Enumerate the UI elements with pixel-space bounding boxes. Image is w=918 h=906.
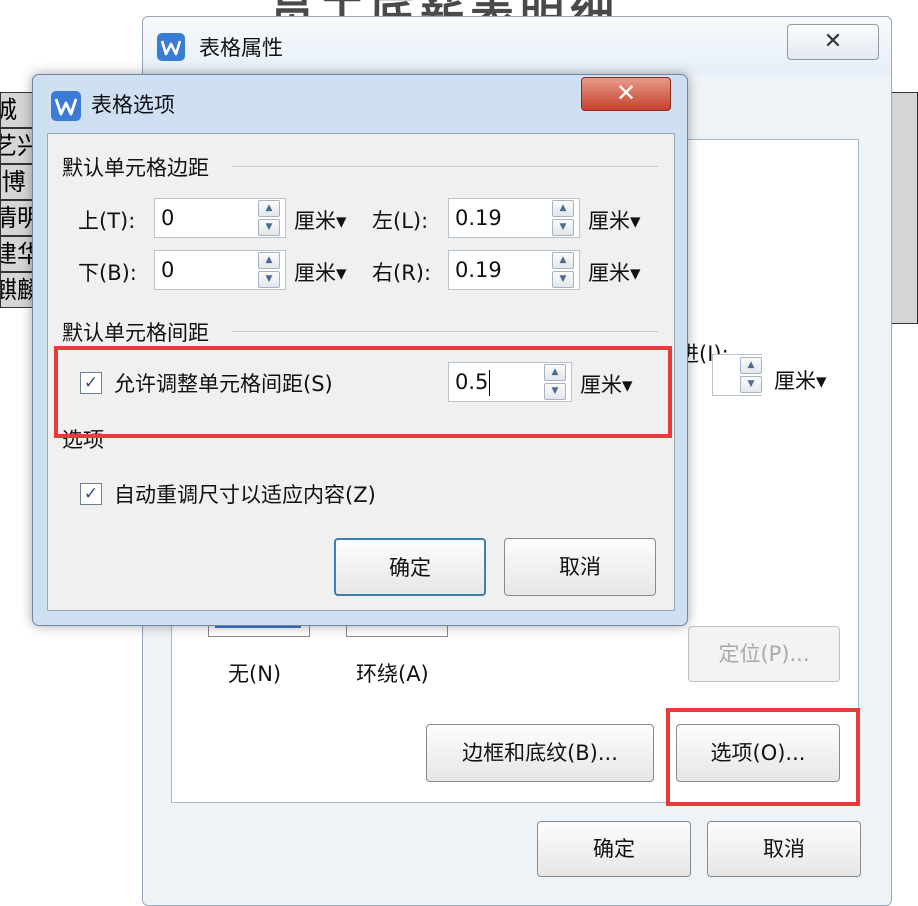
right-margin-spinner[interactable]: ▲ ▼ xyxy=(550,250,576,290)
spin-up-icon[interactable]: ▲ xyxy=(552,200,574,217)
top-margin-unit-dropdown[interactable]: 厘米▾ xyxy=(294,205,347,235)
spin-up-icon[interactable]: ▲ xyxy=(740,357,762,374)
close-icon: ✕ xyxy=(823,29,843,54)
right-margin-label: 右(R): xyxy=(372,261,432,285)
spacing-section-title: 默认单元格间距 xyxy=(62,321,209,345)
bottom-margin-label: 下(B): xyxy=(78,261,137,285)
cancel-button[interactable]: 取消 xyxy=(504,538,656,596)
top-margin-spinner[interactable]: ▲ ▼ xyxy=(256,198,282,238)
outer-titlebar: 表格属性 ✕ xyxy=(143,17,891,75)
table-cell: 建华 xyxy=(0,236,36,272)
bottom-margin-spinner[interactable]: ▲ ▼ xyxy=(256,250,282,290)
top-margin-label: 上(T): xyxy=(78,209,136,233)
indent-spinner[interactable]: ▲ ▼ xyxy=(738,355,764,395)
indent-unit-dropdown[interactable]: 厘米▾ xyxy=(774,365,827,395)
table-edge xyxy=(888,92,918,324)
table-cell: 情明 xyxy=(0,200,36,236)
table-cell: 麒麟 xyxy=(0,272,36,308)
spacing-option-highlight xyxy=(54,346,672,438)
check-icon: ✓ xyxy=(83,484,99,504)
close-button[interactable]: ✕ xyxy=(581,77,671,111)
wps-writer-icon xyxy=(157,33,185,61)
ok-button[interactable]: 确定 xyxy=(334,538,486,596)
table-cell: -博 xyxy=(0,164,36,200)
section-divider xyxy=(232,331,658,332)
bottom-margin-unit-dropdown[interactable]: 厘米▾ xyxy=(294,257,347,287)
spin-up-icon[interactable]: ▲ xyxy=(552,252,574,269)
spin-down-icon[interactable]: ▼ xyxy=(552,271,574,288)
spin-up-icon[interactable]: ▲ xyxy=(258,200,280,217)
dialog-title: 表格属性 xyxy=(199,36,283,60)
borders-shading-button[interactable]: 边框和底纹(B)... xyxy=(426,724,654,782)
spin-down-icon[interactable]: ▼ xyxy=(740,376,762,393)
left-margin-label: 左(L): xyxy=(372,209,429,233)
auto-resize-checkbox[interactable]: ✓ xyxy=(80,483,102,505)
cancel-button[interactable]: 取消 xyxy=(707,821,861,877)
left-margin-unit-dropdown[interactable]: 厘米▾ xyxy=(588,205,641,235)
ok-button[interactable]: 确定 xyxy=(537,821,691,877)
wrap-around-label[interactable]: 环绕(A) xyxy=(356,658,429,688)
close-icon: ✕ xyxy=(615,79,637,107)
margins-section-title: 默认单元格边距 xyxy=(62,156,209,180)
dialog-title: 表格选项 xyxy=(91,93,175,117)
wrap-none-label[interactable]: 无(N) xyxy=(228,658,281,688)
wps-writer-icon xyxy=(51,91,81,121)
right-margin-unit-dropdown[interactable]: 厘米▾ xyxy=(588,257,641,287)
options-button-highlight xyxy=(666,708,860,806)
spin-up-icon[interactable]: ▲ xyxy=(258,252,280,269)
close-button[interactable]: ✕ xyxy=(787,24,879,60)
table-cell: 城 xyxy=(0,92,36,128)
section-divider xyxy=(232,166,658,167)
auto-resize-label[interactable]: 自动重调尺寸以适应内容(Z) xyxy=(114,479,376,509)
position-button[interactable]: 定位(P)... xyxy=(688,626,840,682)
left-margin-spinner[interactable]: ▲ ▼ xyxy=(550,198,576,238)
spin-down-icon[interactable]: ▼ xyxy=(552,219,574,236)
spin-down-icon[interactable]: ▼ xyxy=(258,271,280,288)
table-cell: 艺兴 xyxy=(0,128,36,164)
spin-down-icon[interactable]: ▼ xyxy=(258,219,280,236)
